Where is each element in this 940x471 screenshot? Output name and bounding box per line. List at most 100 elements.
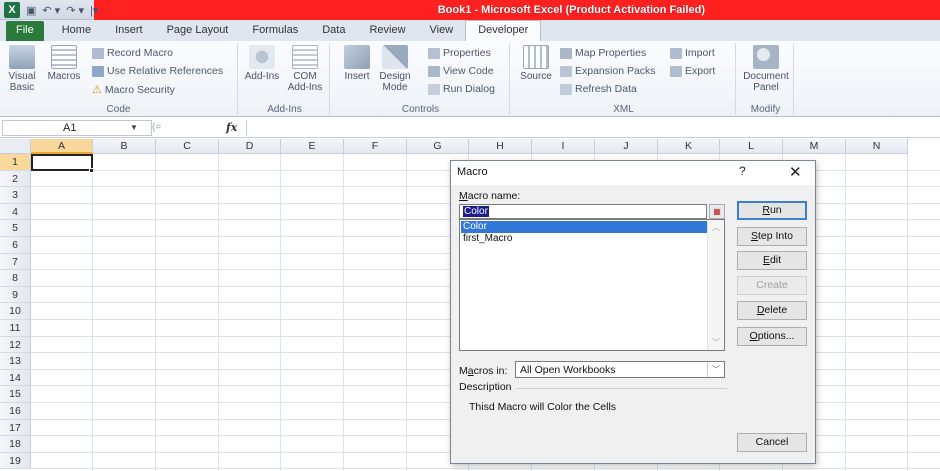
- excel-logo-icon[interactable]: X: [4, 2, 20, 18]
- row-header-10[interactable]: 10: [0, 303, 31, 320]
- tab-home[interactable]: Home: [50, 21, 103, 41]
- tab-insert[interactable]: Insert: [103, 21, 155, 41]
- row-header-15[interactable]: 15: [0, 386, 31, 403]
- row-header-5[interactable]: 5: [0, 220, 31, 237]
- column-header-b[interactable]: B: [93, 139, 156, 154]
- edit-button[interactable]: Edit: [737, 251, 807, 270]
- macro-name-input[interactable]: Color: [459, 204, 707, 219]
- column-header-m[interactable]: M: [783, 139, 846, 154]
- row-header-2[interactable]: 2: [0, 170, 31, 188]
- row-header-7[interactable]: 7: [0, 253, 31, 271]
- save-icon[interactable]: ▣: [26, 4, 36, 17]
- column-header-c[interactable]: C: [156, 139, 219, 154]
- create-button[interactable]: Create: [737, 276, 807, 295]
- list-item-first-macro[interactable]: first_Macro: [461, 233, 707, 245]
- formula-input[interactable]: [246, 120, 938, 136]
- macros-button[interactable]: Macros: [46, 45, 82, 82]
- column-header-a[interactable]: A: [31, 139, 93, 154]
- tab-developer[interactable]: Developer: [465, 20, 542, 41]
- add-ins-button[interactable]: Add-Ins: [242, 45, 282, 82]
- insert-control-icon: [344, 45, 370, 69]
- tab-review[interactable]: Review: [357, 21, 417, 41]
- run-dialog-icon: [428, 83, 440, 95]
- column-header-l[interactable]: L: [720, 139, 783, 154]
- gear-icon: [249, 45, 275, 69]
- step-into-button[interactable]: Step Into: [737, 227, 807, 246]
- row-header-11[interactable]: 11: [0, 320, 31, 337]
- tab-file[interactable]: File: [6, 21, 44, 41]
- row-header-4[interactable]: 4: [0, 203, 31, 221]
- column-header-i[interactable]: I: [532, 139, 595, 154]
- customize-qat-icon[interactable]: |▾: [90, 4, 98, 17]
- macros-icon: [51, 45, 77, 69]
- column-header-h[interactable]: H: [469, 139, 532, 154]
- tab-view[interactable]: View: [418, 21, 466, 41]
- row-header-8[interactable]: 8: [0, 270, 31, 287]
- group-xml-label: XML: [613, 104, 634, 115]
- chevron-down-icon[interactable]: ﹀: [707, 362, 724, 377]
- row-header-16[interactable]: 16: [0, 403, 31, 420]
- options-button[interactable]: Options...: [737, 327, 807, 346]
- scroll-up-icon[interactable]: ︿: [712, 222, 720, 233]
- document-panel-button[interactable]: Document Panel: [742, 45, 790, 93]
- tab-formulas[interactable]: Formulas: [240, 21, 310, 41]
- help-icon[interactable]: ?: [739, 164, 746, 178]
- use-relative-references-button[interactable]: Use Relative References: [92, 65, 223, 77]
- column-header-n[interactable]: N: [846, 139, 908, 154]
- properties-button[interactable]: Properties: [428, 47, 491, 59]
- visual-basic-icon: [9, 45, 35, 69]
- column-header-j[interactable]: J: [595, 139, 658, 154]
- export-button[interactable]: Export: [670, 65, 715, 77]
- fill-handle[interactable]: [89, 168, 94, 173]
- row-header-12[interactable]: 12: [0, 336, 31, 354]
- design-mode-button[interactable]: Design Mode: [378, 45, 412, 93]
- active-cell[interactable]: [31, 154, 93, 171]
- column-header-g[interactable]: G: [407, 139, 469, 154]
- row-header-6[interactable]: 6: [0, 237, 31, 254]
- title-highlight: [94, 0, 940, 20]
- macro-security-button[interactable]: ⚠ Macro Security: [92, 83, 175, 97]
- source-button[interactable]: Source: [520, 45, 552, 82]
- list-item-color[interactable]: Color: [461, 221, 707, 233]
- undo-icon[interactable]: ↶ ▾: [42, 4, 60, 17]
- column-header-e[interactable]: E: [281, 139, 344, 154]
- import-button[interactable]: Import: [670, 47, 715, 59]
- tab-data[interactable]: Data: [310, 21, 357, 41]
- chevron-down-icon[interactable]: ▼: [130, 120, 138, 136]
- row-header-17[interactable]: 17: [0, 419, 31, 437]
- row-header-1[interactable]: 1: [0, 154, 31, 171]
- row-header-19[interactable]: 19: [0, 452, 31, 470]
- macros-in-label: Macros in:: [459, 365, 508, 377]
- row-header-9[interactable]: 9: [0, 286, 31, 304]
- record-macro-button[interactable]: Record Macro: [92, 47, 173, 59]
- dialog-title-bar[interactable]: Macro ? ✕: [451, 161, 815, 185]
- insert-control-button[interactable]: Insert: [342, 45, 372, 82]
- view-code-button[interactable]: View Code: [428, 65, 494, 77]
- row-header-3[interactable]: 3: [0, 187, 31, 204]
- row-header-13[interactable]: 13: [0, 353, 31, 370]
- run-dialog-button[interactable]: Run Dialog: [428, 83, 495, 95]
- delete-button[interactable]: Delete: [737, 301, 807, 320]
- row-header-18[interactable]: 18: [0, 436, 31, 453]
- com-add-ins-button[interactable]: COM Add-Ins: [284, 45, 326, 93]
- tab-page-layout[interactable]: Page Layout: [155, 21, 241, 41]
- column-header-d[interactable]: D: [219, 139, 281, 154]
- cancel-button[interactable]: Cancel: [737, 433, 807, 452]
- redo-icon[interactable]: ↷ ▾: [66, 4, 84, 17]
- expansion-packs-button[interactable]: Expansion Packs: [560, 65, 656, 77]
- list-scrollbar[interactable]: ︿ ﹀: [707, 220, 724, 350]
- visual-basic-button[interactable]: Visual Basic: [4, 45, 40, 93]
- row-header-14[interactable]: 14: [0, 369, 31, 387]
- close-icon[interactable]: ✕: [789, 163, 802, 181]
- column-header-f[interactable]: F: [344, 139, 407, 154]
- select-all-corner[interactable]: [0, 139, 31, 154]
- macros-in-select[interactable]: All Open Workbooks ﹀: [515, 361, 725, 378]
- insert-function-icon[interactable]: fx: [226, 120, 237, 136]
- refresh-data-button[interactable]: Refresh Data: [560, 83, 637, 95]
- scroll-down-icon[interactable]: ﹀: [712, 337, 720, 348]
- run-button[interactable]: Run: [737, 201, 807, 220]
- column-header-k[interactable]: K: [658, 139, 720, 154]
- collapse-dialog-icon[interactable]: ▦: [709, 204, 725, 219]
- macro-list[interactable]: Color first_Macro ︿ ﹀: [459, 219, 725, 351]
- map-properties-button[interactable]: Map Properties: [560, 47, 646, 59]
